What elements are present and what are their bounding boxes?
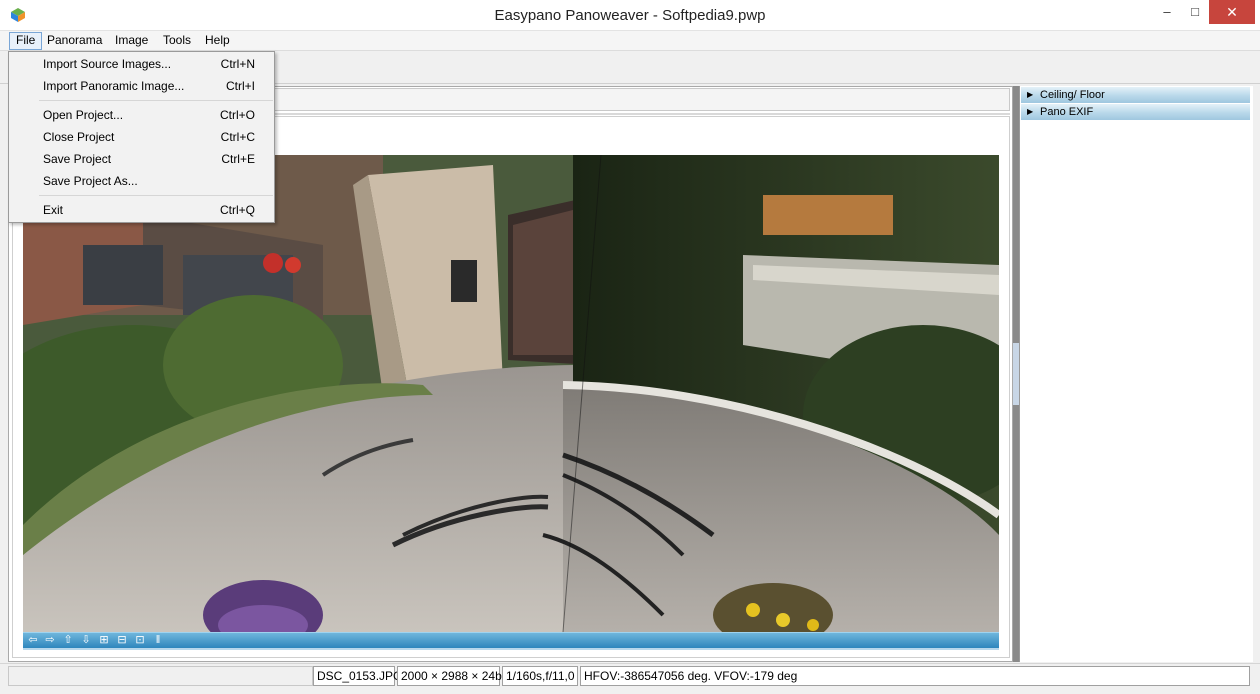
expand-arrow-icon: ▶ — [1027, 90, 1034, 99]
status-dimensions: 2000 × 2988 × 24b — [397, 666, 502, 686]
pan-right-icon[interactable]: ⇨ — [43, 634, 57, 647]
menu-item-label: Exit — [43, 203, 64, 217]
menu-tools[interactable]: Tools — [157, 32, 197, 50]
menu-item-label: Import Source Images... — [43, 57, 172, 71]
menu-import-panoramic-image[interactable]: Import Panoramic Image... Ctrl+I — [10, 76, 273, 96]
menu-separator — [39, 100, 273, 101]
panorama-toolbar-edge — [23, 648, 999, 650]
status-cell-empty — [8, 666, 313, 686]
menu-item-label: Close Project — [43, 130, 115, 144]
menu-item-shortcut: Ctrl+Q — [219, 203, 255, 217]
status-file-name: DSC_0153.JPG — [313, 666, 402, 686]
properties-panel — [1019, 86, 1253, 662]
pan-left-icon[interactable]: ⇦ — [26, 634, 40, 647]
pan-down-icon[interactable]: ⇩ — [79, 634, 93, 647]
menu-separator — [39, 195, 273, 196]
menu-help[interactable]: Help — [199, 32, 236, 50]
fit-view-icon[interactable]: ⊡ — [133, 634, 147, 647]
menu-save-project-as[interactable]: Save Project As... — [10, 171, 273, 191]
panel-section-pano-exif[interactable]: ▶ Pano EXIF — [1021, 104, 1250, 120]
menu-open-project[interactable]: Open Project... Ctrl+O — [10, 105, 273, 125]
menu-panorama[interactable]: Panorama — [41, 32, 108, 50]
panorama-image — [23, 155, 999, 632]
menu-item-label: Import Panoramic Image... — [43, 79, 185, 93]
menu-item-shortcut: Ctrl+N — [220, 57, 255, 71]
play-pause-icon[interactable]: ‖ — [151, 634, 165, 647]
menu-item-label: Save Project — [43, 152, 112, 166]
window-title: Easypano Panoweaver - Softpedia9.pwp — [494, 7, 766, 24]
status-exposure: 1/160s,f/11,0 — [502, 666, 578, 686]
menu-item-shortcut: Ctrl+E — [221, 152, 255, 166]
panorama-preview[interactable] — [23, 155, 999, 632]
menu-item-shortcut: Ctrl+C — [220, 130, 255, 144]
menu-save-project[interactable]: Save Project Ctrl+E — [10, 149, 273, 169]
close-button[interactable]: ✕ — [1209, 0, 1255, 24]
status-fov: HFOV:-386547056 deg. VFOV:-179 deg — [580, 666, 1250, 686]
file-menu-dropdown: Import Source Images... Ctrl+N Import Pa… — [8, 51, 275, 223]
maximize-button[interactable]: □ — [1180, 0, 1210, 24]
expand-arrow-icon: ▶ — [1027, 107, 1034, 116]
pan-up-icon[interactable]: ⇧ — [61, 634, 75, 647]
zoom-out-icon[interactable]: ⊟ — [115, 634, 129, 647]
panel-section-ceiling-floor[interactable]: ▶ Ceiling/ Floor — [1021, 87, 1250, 103]
panel-section-label: Ceiling/ Floor — [1040, 89, 1105, 101]
menu-file[interactable]: File — [9, 32, 43, 50]
menu-item-shortcut: Ctrl+O — [219, 108, 255, 122]
panel-section-label: Pano EXIF — [1040, 106, 1094, 118]
menu-exit[interactable]: Exit Ctrl+Q — [10, 200, 273, 220]
title-bar: Easypano Panoweaver - Softpedia9.pwp – □… — [0, 0, 1260, 31]
menu-item-label: Open Project... — [43, 108, 124, 122]
menu-item-shortcut: Ctrl+I — [225, 79, 255, 93]
zoom-in-icon[interactable]: ⊞ — [97, 634, 111, 647]
menu-image[interactable]: Image — [109, 32, 154, 50]
menu-item-label: Save Project As... — [43, 174, 138, 188]
menu-close-project[interactable]: Close Project Ctrl+C — [10, 127, 273, 147]
panorama-nav-toolbar: ⇦ ⇨ ⇧ ⇩ ⊞ ⊟ ⊡ ‖ — [23, 632, 999, 648]
minimize-button[interactable]: – — [1152, 0, 1182, 24]
menu-bar: File Panorama Image Tools Help — [0, 31, 1260, 51]
menu-import-source-images[interactable]: Import Source Images... Ctrl+N — [10, 54, 273, 74]
